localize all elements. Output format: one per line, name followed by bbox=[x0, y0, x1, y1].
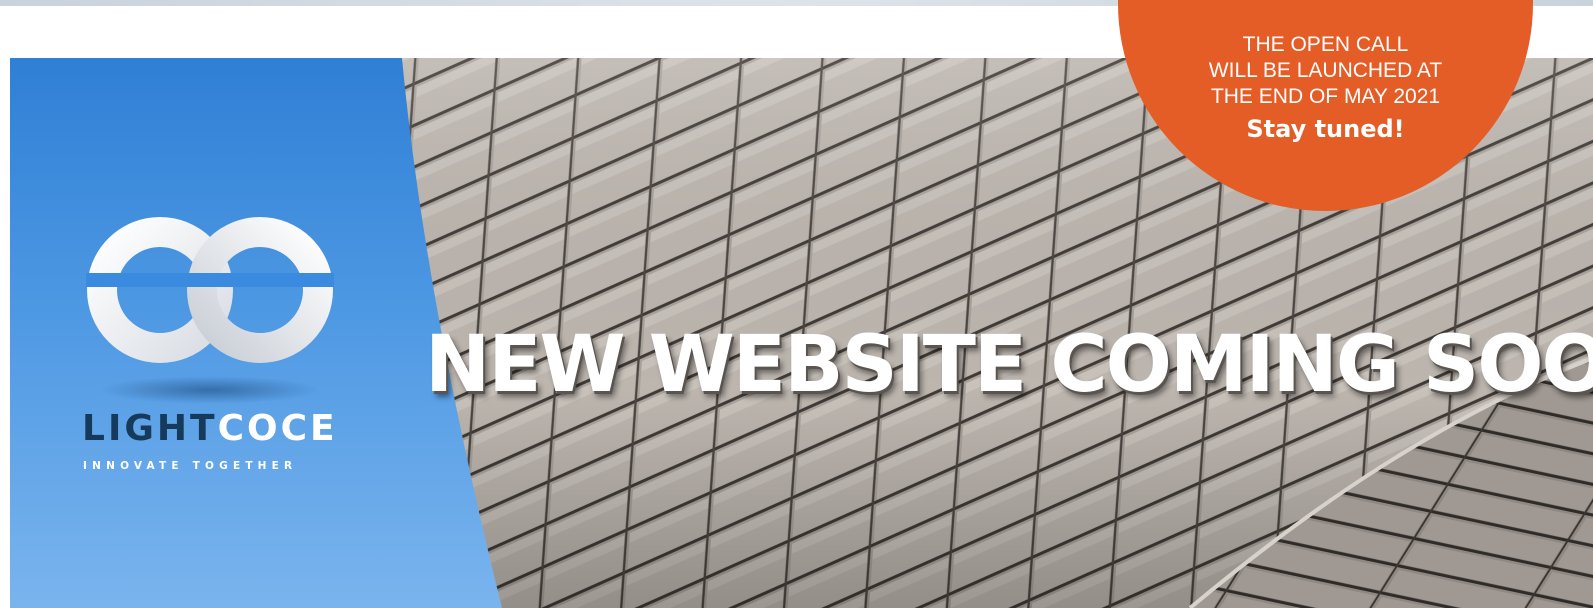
announcement-line-1: THE OPEN CALL bbox=[1242, 33, 1409, 56]
brand-name: LIGHTCOCE bbox=[82, 408, 352, 449]
headline: NEW WEBSITE COMING SOON! bbox=[425, 320, 1593, 410]
brand-name-part2: COCE bbox=[217, 408, 338, 449]
stay-tuned-text: Stay tuned! bbox=[1246, 115, 1405, 143]
oc-logo-icon bbox=[86, 217, 334, 404]
brand-name-part1: LIGHT bbox=[82, 408, 218, 449]
announcement-line-2: WILL BE LAUNCHED AT bbox=[1208, 59, 1443, 82]
announcement-line-3: THE END OF MAY 2021 bbox=[1210, 85, 1441, 108]
brand-tagline: INNOVATE TOGETHER bbox=[83, 460, 298, 472]
